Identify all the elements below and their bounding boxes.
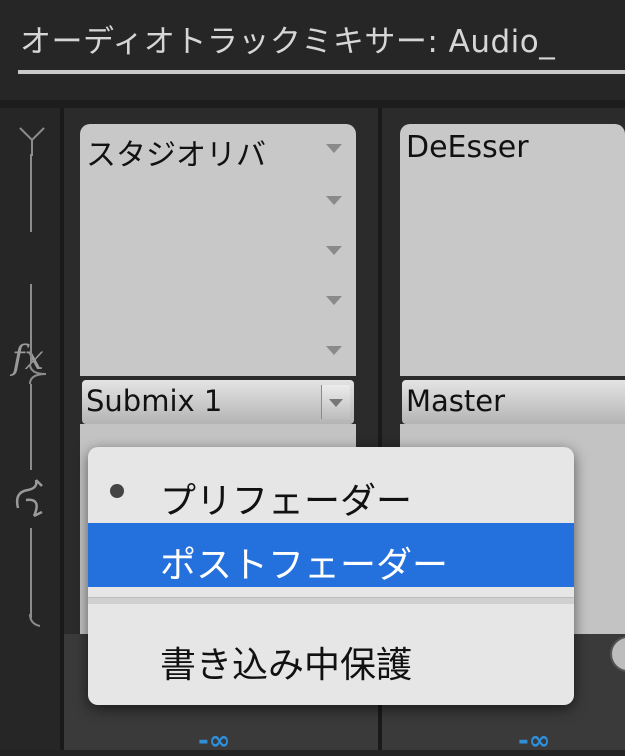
mixer-title-bar: オーディオトラックミキサー: Audio_ xyxy=(0,0,625,100)
bracket-end-icon xyxy=(29,614,41,627)
section-rail: fx xyxy=(0,108,60,750)
volume-readout-2[interactable]: -∞ xyxy=(518,726,550,756)
slot-menu-arrow-icon[interactable] xyxy=(326,196,342,205)
send-target-label: Master xyxy=(406,384,506,418)
menu-item-post-fader[interactable]: ポストフェーダー xyxy=(88,523,574,587)
menu-item-label: ポストフェーダー xyxy=(160,545,449,586)
slot-menu-arrow-icon[interactable] xyxy=(326,296,342,305)
title-divider xyxy=(0,100,625,108)
effects-rack-2[interactable]: DeEsser xyxy=(400,124,625,376)
send-dropdown-button[interactable] xyxy=(321,385,350,419)
menu-separator xyxy=(88,597,574,604)
active-tab-underline xyxy=(18,70,625,74)
send-assignment-1[interactable]: Submix 1 xyxy=(82,380,354,424)
send-target-label: Submix 1 xyxy=(86,384,223,418)
panel-title: オーディオトラックミキサー: Audio_ xyxy=(20,24,556,60)
send-context-menu: プリフェーダー ポストフェーダー 書き込み中保護 xyxy=(88,447,574,705)
effects-rack-1[interactable]: スタジオリバ xyxy=(80,124,356,376)
menu-item-safe-during-write[interactable]: 書き込み中保護 xyxy=(88,623,574,687)
send-assignment-2[interactable]: Master xyxy=(402,380,625,424)
checked-bullet-icon xyxy=(110,484,124,498)
bracket-join-icon xyxy=(29,364,47,384)
slot-menu-arrow-icon[interactable] xyxy=(326,246,342,255)
effect-slot-1-name[interactable]: スタジオリバ xyxy=(86,130,266,174)
menu-item-pre-fader[interactable]: プリフェーダー xyxy=(88,459,574,523)
menu-item-label: 書き込み中保護 xyxy=(160,645,413,686)
slot-menu-arrow-icon[interactable] xyxy=(326,346,342,355)
effect-slot-1-name[interactable]: DeEsser xyxy=(406,130,529,165)
volume-readout-1[interactable]: -∞ xyxy=(198,726,230,756)
send-route-icon xyxy=(15,479,43,518)
fx-bracket-icon xyxy=(19,127,45,156)
menu-item-label: プリフェーダー xyxy=(160,481,413,522)
slot-menu-arrow-icon[interactable] xyxy=(326,144,342,153)
